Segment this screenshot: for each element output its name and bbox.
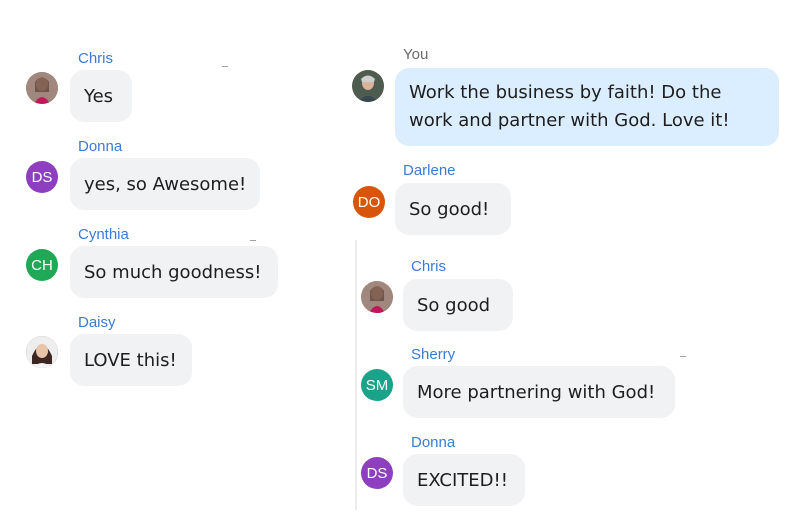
message-bubble[interactable]: More partnering with God! bbox=[403, 366, 675, 418]
message-bubble[interactable]: yes, so Awesome! bbox=[70, 158, 260, 210]
message-bubble[interactable]: So good! bbox=[395, 183, 511, 235]
avatar-initials[interactable]: DO bbox=[353, 186, 385, 218]
avatar-initials[interactable]: SM bbox=[361, 369, 393, 401]
sender-name[interactable]: Donna bbox=[78, 138, 122, 155]
message-bubble[interactable]: So much goodness! bbox=[70, 246, 278, 298]
message-bubble[interactable]: So good bbox=[403, 279, 513, 331]
sender-name[interactable]: Chris bbox=[411, 258, 446, 275]
thread-divider bbox=[355, 240, 357, 510]
artifact-speck bbox=[680, 356, 686, 357]
sender-name[interactable]: Donna bbox=[411, 434, 455, 451]
message-bubble[interactable]: Work the business by faith! Do the work … bbox=[395, 68, 779, 146]
sender-name[interactable]: Sherry bbox=[411, 346, 455, 363]
chris-photo-icon[interactable] bbox=[26, 72, 58, 104]
sender-name[interactable]: Daisy bbox=[78, 314, 116, 331]
sender-name[interactable]: Cynthia bbox=[78, 226, 129, 243]
message-bubble[interactable]: Yes bbox=[70, 70, 132, 122]
avatar-initials[interactable]: DS bbox=[26, 161, 58, 193]
sender-name[interactable]: Darlene bbox=[403, 162, 456, 179]
daisy-photo-icon[interactable] bbox=[26, 336, 58, 368]
message-bubble[interactable]: LOVE this! bbox=[70, 334, 192, 386]
artifact-speck bbox=[250, 240, 256, 241]
sender-name[interactable]: You bbox=[403, 46, 428, 63]
you-photo-icon[interactable] bbox=[352, 70, 384, 102]
artifact-speck bbox=[222, 66, 228, 67]
sender-name[interactable]: Chris bbox=[78, 50, 113, 67]
chris-photo-icon[interactable] bbox=[361, 281, 393, 313]
avatar-initials[interactable]: DS bbox=[361, 457, 393, 489]
avatar-initials[interactable]: CH bbox=[26, 249, 58, 281]
message-bubble[interactable]: EXCITED!! bbox=[403, 454, 525, 506]
